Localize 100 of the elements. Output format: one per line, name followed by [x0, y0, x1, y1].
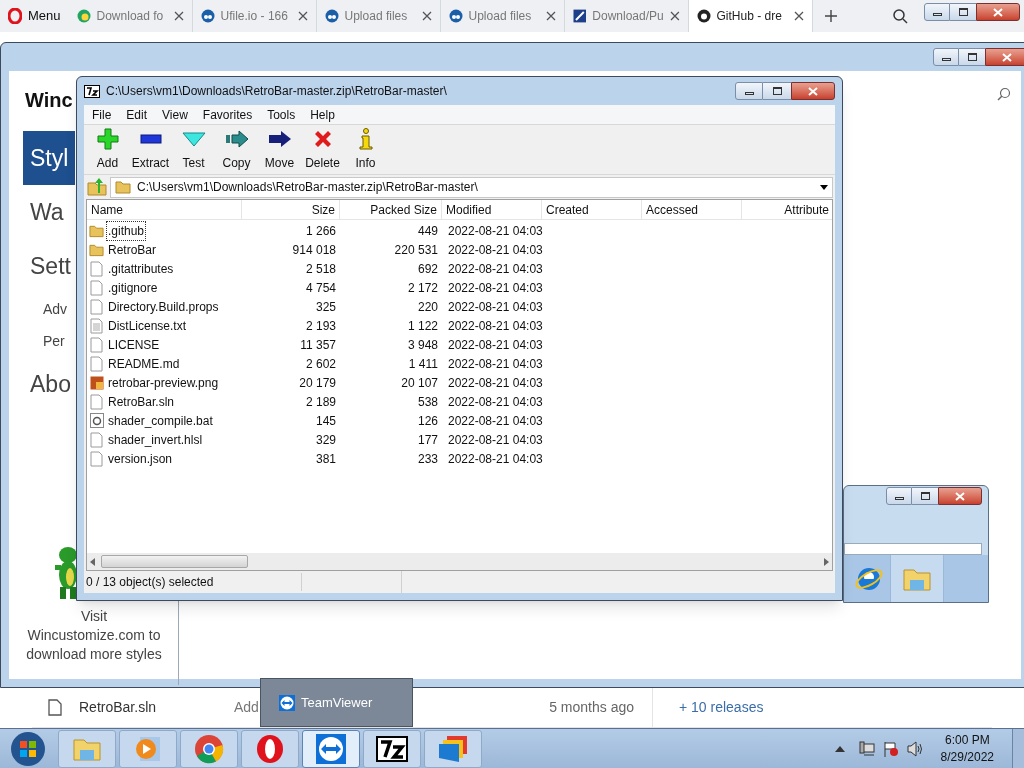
close-icon[interactable]: [545, 11, 556, 21]
toolbar-button[interactable]: Info: [346, 127, 385, 172]
file-name[interactable]: README.md: [107, 354, 181, 373]
file-name[interactable]: RetroBar.sln: [107, 392, 176, 411]
column-header[interactable]: Modified: [442, 200, 542, 219]
file-name[interactable]: RetroBar: [107, 240, 158, 259]
file-name[interactable]: version.json: [107, 449, 174, 468]
nav-item[interactable]: Per: [23, 325, 75, 357]
toolbar-button[interactable]: Test: [174, 127, 213, 172]
column-header[interactable]: Name: [87, 200, 242, 219]
minimize-button[interactable]: [886, 487, 912, 505]
file-icon: [90, 279, 103, 296]
close-button[interactable]: [985, 48, 1024, 66]
double-arrow-icon: [316, 733, 346, 764]
packed-size-cell-text: 1 411: [407, 355, 439, 373]
nav-item[interactable]: Abo: [23, 357, 75, 411]
close-icon[interactable]: [793, 11, 804, 21]
menu-button[interactable]: Menu: [0, 0, 69, 32]
info-icon: [358, 128, 373, 150]
nav-item[interactable]: Wa: [23, 185, 75, 239]
modified-cell-text: 2022-08-21 04:03: [447, 317, 542, 335]
menu-item[interactable]: Tools: [267, 105, 296, 124]
toolbar-button[interactable]: Copy: [217, 127, 256, 172]
file-icon: [90, 355, 103, 372]
menu-item[interactable]: Favorites: [202, 105, 253, 124]
cloud-icon: [324, 9, 339, 23]
file-name[interactable]: RetroBar.sln: [79, 697, 234, 718]
close-icon[interactable]: [173, 11, 184, 21]
menu-item[interactable]: View: [162, 105, 188, 124]
packed-size-cell-text: 692: [416, 260, 439, 278]
size-cell-text: 2 189: [304, 393, 337, 411]
address-field[interactable]: C:\Users\vm1\Downloads\RetroBar-master.zip\RetroBar-master\: [110, 176, 833, 198]
modified-cell-text: 2022-08-21 04:03: [447, 374, 542, 392]
size-cell-text: 20 179: [298, 374, 337, 392]
network-icon[interactable]: [858, 740, 875, 757]
column-header[interactable]: Created: [542, 200, 642, 219]
packed-size-cell-text: 220: [416, 298, 439, 316]
close-button[interactable]: [791, 82, 835, 100]
column-header[interactable]: Size: [242, 200, 340, 219]
speaker-icon[interactable]: [906, 740, 923, 757]
maximize-button[interactable]: [912, 487, 938, 505]
toolbar-button[interactable]: Add: [88, 127, 127, 172]
modified-cell-text: 2022-08-21 04:03: [447, 355, 542, 373]
plus-icon[interactable]: [824, 10, 837, 22]
close-icon[interactable]: [669, 11, 680, 21]
nav-item[interactable]: Adv: [23, 293, 75, 325]
file-name[interactable]: .gitignore: [107, 278, 159, 297]
commit-message[interactable]: Add: [234, 697, 259, 718]
close-icon[interactable]: [421, 11, 432, 21]
modified-cell-text: 2022-08-21 04:03: [447, 222, 542, 240]
toolbar-button[interactable]: Extract: [131, 127, 170, 172]
file-name[interactable]: DistLicense.txt: [107, 316, 188, 335]
file-icon: [48, 699, 62, 716]
maximize-button[interactable]: [959, 48, 985, 66]
taskbar-button[interactable]: [363, 729, 421, 768]
browser-tab[interactable]: GitHub - dre: [688, 0, 813, 32]
search-icon[interactable]: [893, 8, 908, 24]
file-name[interactable]: retrobar-preview.png: [107, 373, 220, 392]
minimize-button[interactable]: [933, 48, 959, 66]
column-header[interactable]: Attribute: [742, 200, 832, 219]
horizontal-scrollbar[interactable]: [87, 553, 832, 570]
file-icon: [90, 260, 103, 277]
toolbar-button[interactable]: Move: [260, 127, 299, 172]
file-name[interactable]: Directory.Build.props: [107, 297, 220, 316]
globe-icon: [76, 9, 91, 23]
start-button[interactable]: [10, 730, 46, 767]
menu-item[interactable]: Edit: [126, 105, 148, 124]
maximize-button[interactable]: [950, 3, 976, 21]
column-header[interactable]: Packed Size: [340, 200, 442, 219]
file-icon: [90, 393, 103, 410]
nav-item[interactable]: Styl: [23, 131, 75, 185]
clock-time[interactable]: 6:00 PM: [944, 731, 990, 749]
close-button[interactable]: [976, 3, 1020, 21]
maximize-button[interactable]: [763, 82, 791, 100]
nav-item[interactable]: Sett: [23, 239, 75, 293]
search-icon[interactable]: [997, 87, 1011, 101]
packed-size-cell-text: 233: [416, 450, 439, 468]
packed-size-cell-text: 1 122: [406, 317, 439, 335]
minimize-button[interactable]: [924, 3, 950, 21]
menu-item[interactable]: File: [92, 105, 112, 124]
size-cell-text: 2 193: [304, 317, 337, 335]
flag-icon[interactable]: [882, 740, 899, 757]
releases-link[interactable]: + 10 releases: [679, 697, 764, 718]
minimize-button[interactable]: [735, 82, 763, 100]
size-cell-text: 2 518: [304, 260, 337, 278]
close-icon[interactable]: [297, 11, 308, 21]
taskbar-preview[interactable]: TeamViewer: [260, 678, 413, 727]
up-arrow-icon[interactable]: [834, 745, 845, 752]
dropdown-icon[interactable]: [820, 184, 828, 190]
toolbar-button[interactable]: Delete: [303, 127, 342, 172]
file-name[interactable]: .github: [107, 221, 146, 240]
menu-item[interactable]: Help: [310, 105, 335, 124]
file-name[interactable]: shader_compile.bat: [107, 411, 214, 430]
file-name[interactable]: shader_invert.hlsl: [107, 430, 204, 449]
file-name[interactable]: LICENSE: [107, 335, 161, 354]
clock-date[interactable]: 8/29/2022: [940, 748, 994, 766]
column-header[interactable]: Accessed: [642, 200, 742, 219]
file-name[interactable]: .gitattributes: [107, 259, 175, 278]
close-button[interactable]: [938, 487, 982, 505]
size-cell-text: 325: [314, 298, 337, 316]
